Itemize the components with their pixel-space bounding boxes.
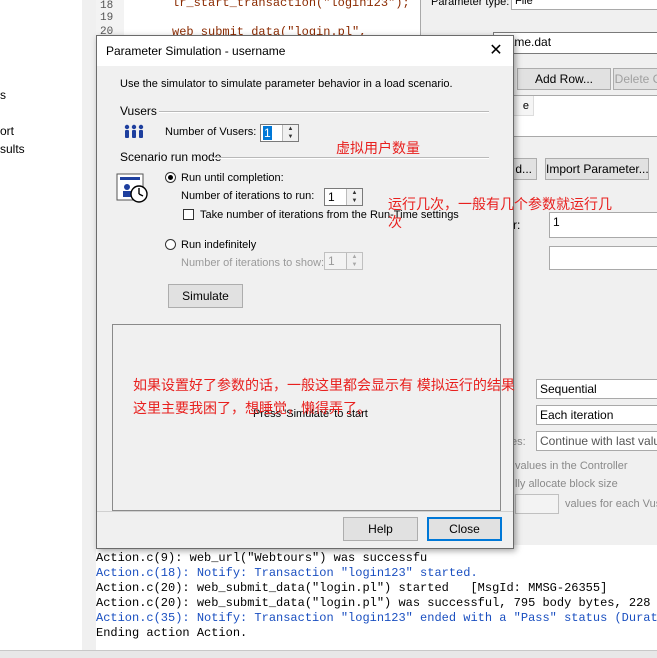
iterations-show-value: 1 [328,254,335,268]
left-navigation-pane: s ort sults [0,0,83,657]
iterations-show-label: Number of iterations to show: [181,257,325,269]
iterations-value[interactable]: 1 [328,190,335,204]
dialog-titlebar[interactable]: Parameter Simulation - username ✕ [97,36,513,66]
intro-text: Use the simulator to simulate parameter … [120,78,453,90]
import-parameter-button[interactable]: Import Parameter... [545,158,649,180]
output-line: Action.c(35): Notify: Transaction "login… [96,611,657,625]
output-line: Action.c(20): web_submit_data("login.pl"… [96,596,657,610]
line-number: 18 [100,0,114,12]
dialog-title: Parameter Simulation - username [106,44,286,58]
vusers-stepper[interactable]: 1 ▲ ▼ [260,124,299,142]
iterations-stepper-arrows[interactable]: ▲ ▼ [346,189,362,205]
iterations-show-stepper[interactable]: 1 ▲ ▼ [324,252,363,270]
iterations-stepper[interactable]: 1 ▲ ▼ [324,188,363,206]
annotation-result-line1: 如果设置好了参数的话，一般这里都会显示有 模拟运行的结果 [133,377,515,393]
vusers-icon [123,124,145,140]
vusers-stepper-arrows[interactable]: ▲ ▼ [282,125,298,141]
left-pane-item-3[interactable]: sults [0,142,25,156]
spin-down-icon[interactable]: ▼ [347,197,362,205]
param-type-label: Parameter type: [431,0,510,8]
vusers-label: Number of Vusers: [165,126,257,138]
output-line: Action.c(9): web_url("Webtours") was suc… [96,551,428,565]
parameter-simulation-dialog: Parameter Simulation - username ✕ Use th… [96,35,514,549]
controller-text: values in the Controller [515,460,628,472]
allocate-block-text: lly allocate block size [515,478,618,490]
select-next-row-select[interactable]: Sequential [536,379,657,399]
left-pane-item-1[interactable]: s [0,88,6,102]
line-number: 19 [100,12,114,24]
spin-up-icon[interactable]: ▲ [347,189,362,197]
annotation-iterations-line1: 运行几次，一般有几个参数就运行几 [388,196,612,212]
iterations-show-stepper-arrows[interactable]: ▲ ▼ [346,253,362,269]
spin-down-icon[interactable]: ▼ [283,133,298,141]
data-grid[interactable]: e [493,95,657,137]
file-path-input[interactable]: rname.dat [493,32,657,54]
update-value-select[interactable]: Each iteration [536,405,657,425]
run-indefinitely-radio[interactable] [165,239,176,250]
help-button[interactable]: Help [343,517,418,541]
annotation-iterations-line2: 次 [388,214,402,230]
close-icon[interactable]: ✕ [485,40,507,62]
spin-up-icon[interactable]: ▲ [347,253,362,261]
take-iterations-checkbox[interactable] [183,209,194,220]
param-type-select[interactable]: File [511,0,657,10]
scenario-clock-icon [115,172,151,206]
spin-down-icon[interactable]: ▼ [347,261,362,269]
dialog-divider [97,511,513,512]
close-button[interactable]: Close [427,517,502,541]
code-line: lr_start_transaction("login123"); [172,0,410,10]
output-line: Action.c(20): web_submit_data("login.pl"… [96,581,608,595]
iterations-label: Number of iterations to run: [181,190,315,202]
vusers-group-label: Vusers [120,104,157,118]
run-until-completion-radio[interactable] [165,172,176,183]
output-log[interactable]: Action.c(9): web_url("Webtours") was suc… [96,545,657,650]
annotation-vusers: 虚拟用户数量 [336,140,420,156]
vusers-value[interactable]: 1 [263,126,272,140]
vusers-group-divider [159,111,489,113]
output-line: Ending action Action. [96,626,248,640]
values-each-vuser-text: values for each Vus [565,498,657,510]
when-out-of-values-select[interactable]: Continue with last value [536,431,657,451]
run-until-completion-label[interactable]: Run until completion: [181,172,284,184]
delete-column-button[interactable]: Delete C [613,68,657,90]
output-line: Action.c(18): Notify: Transaction "login… [96,566,478,580]
run-indefinitely-label[interactable]: Run indefinitely [181,239,256,251]
add-row-button[interactable]: Add Row... [517,68,611,90]
annotation-result-line2: 这里主要我困了，想睡觉，懒得弄了。 [133,400,371,416]
delimiter-input[interactable] [549,246,657,270]
block-size-input[interactable] [515,494,559,514]
editor-gutter [82,0,97,650]
scenario-group-label: Scenario run mode [120,150,222,164]
column-input[interactable]: 1 [549,212,657,238]
left-pane-item-2[interactable]: ort [0,124,14,138]
simulate-button[interactable]: Simulate [168,284,243,308]
spin-up-icon[interactable]: ▲ [283,125,298,133]
column-label: r: [513,218,521,232]
